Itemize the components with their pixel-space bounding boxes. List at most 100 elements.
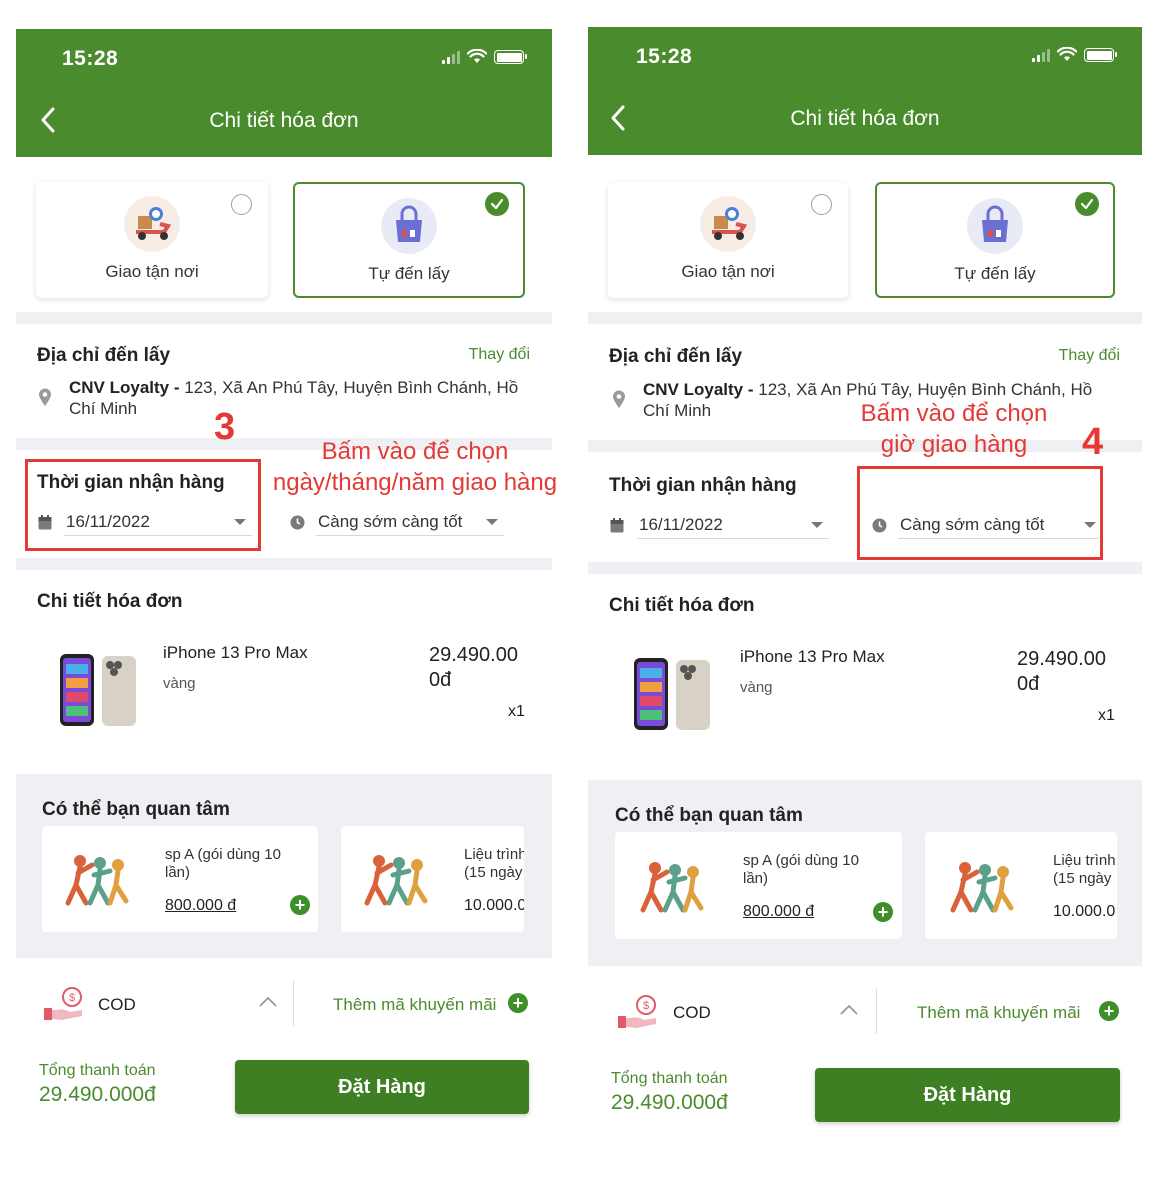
app-header: 15:28 Chi tiết hóa đơn bbox=[588, 27, 1142, 155]
product-image-fitness bbox=[364, 855, 428, 906]
time-slot-value: Càng sớm càng tốt bbox=[318, 511, 463, 531]
place-order-button[interactable]: Đặt Hàng bbox=[815, 1068, 1120, 1122]
place-order-button[interactable]: Đặt Hàng bbox=[235, 1060, 529, 1114]
divider bbox=[588, 562, 1142, 574]
add-to-cart-icon[interactable]: + bbox=[873, 902, 893, 922]
product-image-fitness bbox=[65, 855, 129, 906]
recommendation-card[interactable]: Liệu trình (15 ngày 10.000.0 bbox=[925, 832, 1117, 939]
date-picker[interactable]: 16/11/2022 bbox=[637, 511, 829, 539]
product-image-iphone bbox=[60, 654, 136, 726]
invoice-title: Chi tiết hóa đơn bbox=[37, 591, 183, 612]
option-label: Tự đến lấy bbox=[954, 264, 1036, 283]
check-circle-icon bbox=[485, 192, 509, 216]
product-name: iPhone 13 Pro Max bbox=[163, 643, 308, 662]
wifi-icon bbox=[467, 49, 487, 63]
signal-icon bbox=[442, 50, 460, 64]
product-price: 29.490.00 0đ bbox=[1017, 648, 1106, 695]
add-promo-icon[interactable]: + bbox=[508, 993, 528, 1013]
option-self-pickup[interactable]: Tự đến lấy bbox=[875, 182, 1115, 298]
invoice-title: Chi tiết hóa đơn bbox=[609, 595, 755, 616]
delivery-scooter-icon bbox=[124, 196, 180, 252]
recommendation-card[interactable]: Liệu trình (15 ngày 10.000.0 bbox=[341, 826, 524, 932]
pickup-bag-icon bbox=[381, 198, 437, 254]
cash-hand-icon: $ bbox=[44, 987, 82, 1020]
recommendation-name: Liệu trình (15 ngày bbox=[1053, 852, 1116, 887]
recommendation-price: 10.000.0 bbox=[464, 897, 524, 914]
delivery-scooter-icon bbox=[700, 196, 756, 252]
annotation-step-3: Bấm vào để chọn ngày/tháng/năm giao hàng bbox=[272, 438, 558, 496]
battery-icon bbox=[1084, 48, 1117, 62]
svg-text:$: $ bbox=[69, 992, 75, 1004]
divider bbox=[588, 312, 1142, 324]
payment-method[interactable]: COD bbox=[673, 1003, 711, 1023]
annotation-step-4: Bấm vào để chọn giờ giao hàng bbox=[860, 400, 1048, 458]
check-circle-icon bbox=[1075, 192, 1099, 216]
recommendation-name: Liệu trình (15 ngày bbox=[464, 846, 524, 881]
product-price: 29.490.00 0đ bbox=[429, 644, 518, 691]
highlight-box-time-slot bbox=[857, 466, 1103, 560]
highlight-box-date bbox=[25, 459, 261, 551]
time-slot-picker[interactable]: Càng sớm càng tốt bbox=[316, 508, 504, 536]
wifi-icon bbox=[1057, 47, 1077, 61]
location-pin-icon bbox=[613, 390, 625, 408]
radio-unselected[interactable] bbox=[231, 194, 252, 215]
recommendation-price: 800.000 đ bbox=[743, 903, 815, 920]
total-label: Tổng thanh toán bbox=[39, 1062, 156, 1079]
radio-unselected[interactable] bbox=[811, 194, 832, 215]
recommendations-title: Có thể bạn quan tâm bbox=[42, 799, 230, 820]
product-variant: vàng bbox=[163, 675, 196, 692]
divider bbox=[876, 988, 877, 1034]
chevron-up-icon[interactable] bbox=[839, 1004, 859, 1016]
option-home-delivery[interactable]: Giao tận nơi bbox=[608, 182, 848, 298]
phone-screen-step-4: 15:28 Chi tiết hóa đơn Giao tận nơi Tự đ… bbox=[588, 0, 1142, 1178]
divider bbox=[16, 312, 552, 324]
change-address-link[interactable]: Thay đổi bbox=[1059, 347, 1120, 365]
recommendation-price: 10.000.0 bbox=[1053, 903, 1116, 920]
add-promo-icon[interactable]: + bbox=[1099, 1001, 1119, 1021]
add-promo-code-link[interactable]: Thêm mã khuyến mãi bbox=[333, 995, 496, 1015]
change-address-link[interactable]: Thay đổi bbox=[469, 346, 530, 364]
cash-hand-icon: $ bbox=[618, 995, 656, 1028]
clock-icon bbox=[290, 515, 305, 530]
payment-method[interactable]: COD bbox=[98, 995, 136, 1015]
svg-text:$: $ bbox=[643, 1000, 649, 1012]
recommendation-price: 800.000 đ bbox=[165, 897, 237, 914]
total-value: 29.490.000đ bbox=[611, 1091, 728, 1114]
date-value: 16/11/2022 bbox=[639, 514, 723, 534]
calendar-icon bbox=[610, 518, 624, 533]
add-to-cart-icon[interactable]: + bbox=[290, 895, 310, 915]
battery-icon bbox=[494, 50, 527, 64]
recommendation-card[interactable]: sp A (gói dùng 10 lần) 800.000 đ + bbox=[42, 826, 318, 932]
option-home-delivery[interactable]: Giao tận nơi bbox=[36, 182, 268, 298]
status-time: 15:28 bbox=[62, 47, 119, 70]
chevron-up-icon[interactable] bbox=[258, 996, 278, 1008]
app-header: 15:28 Chi tiết hóa đơn bbox=[16, 29, 552, 157]
step-number-4: 4 bbox=[1082, 421, 1104, 463]
option-self-pickup[interactable]: Tự đến lấy bbox=[293, 182, 525, 298]
pickup-address-title: Địa chỉ đến lấy bbox=[37, 345, 171, 366]
status-time: 15:28 bbox=[636, 45, 693, 68]
total-value: 29.490.000đ bbox=[39, 1083, 156, 1106]
option-label: Giao tận nơi bbox=[681, 262, 775, 281]
pickup-address-title: Địa chỉ đến lấy bbox=[609, 346, 743, 367]
receive-time-title: Thời gian nhận hàng bbox=[609, 475, 797, 496]
product-image-iphone bbox=[634, 658, 710, 730]
recommendation-name: sp A (gói dùng 10 lần) bbox=[743, 852, 859, 887]
pickup-bag-icon bbox=[967, 198, 1023, 254]
divider bbox=[293, 980, 294, 1026]
divider bbox=[16, 558, 552, 570]
page-title: Chi tiết hóa đơn bbox=[209, 109, 359, 132]
recommendation-name: sp A (gói dùng 10 lần) bbox=[165, 846, 281, 881]
recommendation-card[interactable]: sp A (gói dùng 10 lần) 800.000 đ + bbox=[615, 832, 902, 939]
location-pin-icon bbox=[39, 388, 51, 406]
add-promo-code-link[interactable]: Thêm mã khuyến mãi bbox=[917, 1003, 1080, 1023]
product-quantity: x1 bbox=[508, 703, 525, 720]
option-label: Giao tận nơi bbox=[105, 262, 199, 281]
chevron-down-icon bbox=[486, 519, 498, 525]
pickup-address: CNV Loyalty - 123, Xã An Phú Tây, Huyện … bbox=[69, 377, 529, 419]
store-name: CNV Loyalty - bbox=[69, 378, 180, 397]
total-label: Tổng thanh toán bbox=[611, 1070, 728, 1087]
recommendations-title: Có thể bạn quan tâm bbox=[615, 805, 803, 826]
page-title: Chi tiết hóa đơn bbox=[790, 107, 940, 130]
product-image-fitness bbox=[950, 862, 1014, 913]
